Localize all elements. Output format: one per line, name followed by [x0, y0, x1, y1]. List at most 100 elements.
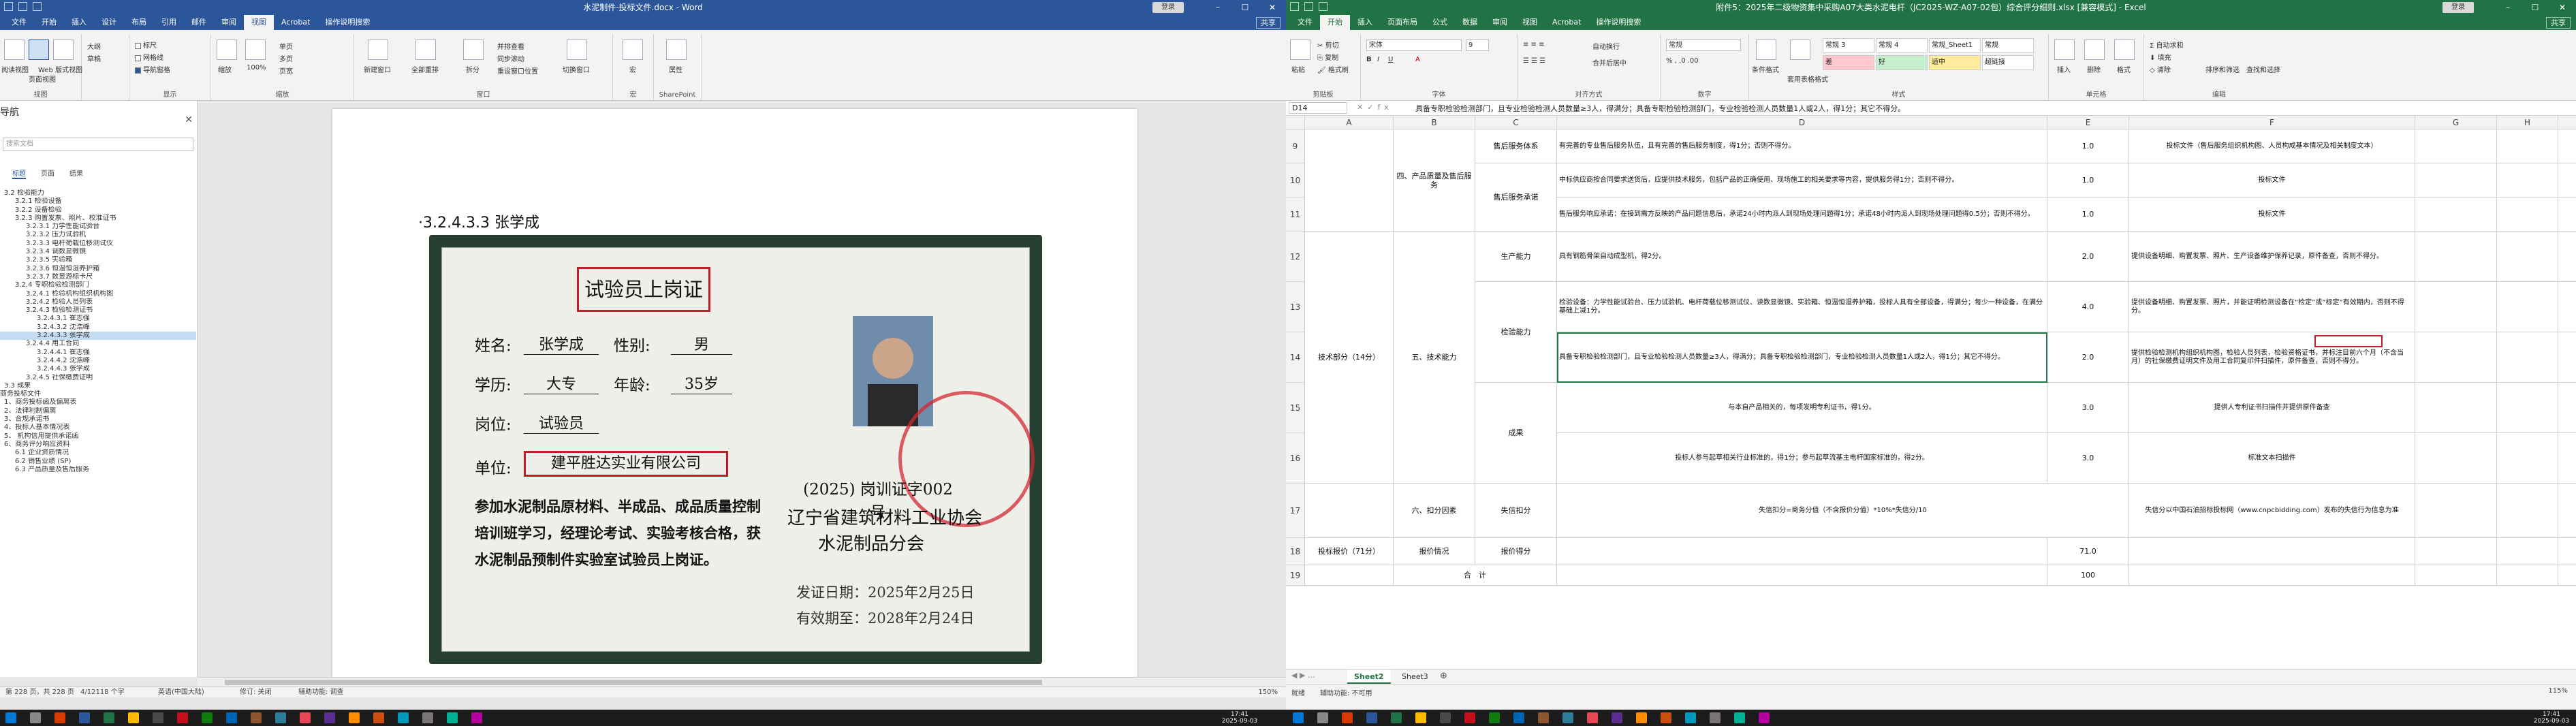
tab-formulas[interactable]: 公式 [1425, 15, 1455, 30]
taskbar-app-icon[interactable] [1317, 712, 1328, 723]
redo-icon[interactable] [1319, 2, 1328, 11]
cell-a9[interactable] [1305, 129, 1394, 232]
nav-heading-item[interactable]: 3.2.4.4.2 沈浩峰 [0, 357, 196, 365]
gridlines-checkbox[interactable]: 网格线 [135, 52, 163, 62]
table-cell[interactable]: 检验能力 [1475, 282, 1557, 383]
table-cell[interactable]: 投标人参与起草相关行业标准的，得1分；参与起草流基主电杆国家标准的，得2分。 [1557, 433, 2047, 484]
table-cell[interactable]: 提供设备明细、购置发票、照片、生产设备维护保养记录，原件备查，否则不得分。 [2129, 232, 2415, 282]
delete-button[interactable]: 删除 [2087, 64, 2101, 74]
print-layout-icon[interactable] [29, 40, 49, 60]
column-header[interactable]: I [2558, 116, 2576, 129]
page-width-button[interactable]: 页宽 [279, 65, 293, 76]
delete-cells-icon[interactable] [2084, 40, 2105, 60]
tab-insert[interactable]: 插入 [1350, 15, 1380, 30]
font-size-select[interactable]: 9 [1466, 40, 1489, 51]
select-all-corner[interactable] [1286, 116, 1305, 129]
cell-d18[interactable] [1557, 538, 2047, 565]
taskbar-app-icon[interactable] [226, 712, 237, 723]
taskbar-app-icon[interactable] [1636, 712, 1647, 723]
table-cell[interactable]: 成果 [1475, 383, 1557, 484]
taskbar-app-icon[interactable] [1391, 712, 1402, 723]
empty-cell[interactable] [2415, 198, 2497, 232]
row-header[interactable]: 18 [1286, 538, 1305, 565]
nav-heading-item[interactable]: 3.2.3.7 数显游标卡尺 [0, 273, 196, 281]
format-cells-icon[interactable] [2114, 40, 2135, 60]
cell-style-swatch[interactable]: 常规 [1982, 38, 2034, 53]
empty-cell[interactable] [2415, 383, 2497, 433]
table-cell[interactable]: 1.0 [2047, 129, 2129, 163]
arrange-all-button[interactable]: 全部重排 [411, 64, 439, 74]
nav-heading-item[interactable]: 3.2.4.3.3 张学成 [0, 332, 196, 341]
table-cell[interactable]: 售后服务体系 [1475, 129, 1557, 163]
web-layout-icon[interactable] [53, 40, 74, 60]
sync-scroll-button[interactable]: 同步滚动 [497, 53, 524, 63]
empty-cell[interactable] [2415, 232, 2497, 282]
cell-style-swatch[interactable]: 常规_Sheet1 [1929, 38, 1981, 53]
nav-heading-item[interactable]: 3、合规承诺书 [0, 415, 196, 424]
table-cell[interactable]: 失信分以中国石油招标投标网（www.cnpcbidding.com）发布的失信行… [2129, 484, 2415, 538]
nav-heading-item[interactable]: 3.2.1 检验设备 [0, 198, 196, 206]
document-page[interactable]: ·3.2.4.3.3 张学成 试验员上岗证 姓名: 张学成 性别: 男 学历: … [332, 109, 1137, 677]
macro-button[interactable]: 宏 [629, 64, 636, 74]
table-cell[interactable]: 投标文件 [2129, 163, 2415, 198]
nav-heading-item[interactable]: 6.1 企业资质情况 [0, 449, 196, 457]
sheet-tab-sheet3[interactable]: Sheet3 [1395, 669, 1435, 684]
table-cell[interactable]: 生产能力 [1475, 232, 1557, 282]
taskbar-app-icon[interactable] [324, 712, 335, 723]
fill-button[interactable]: ⬇ 填充 [2150, 52, 2171, 62]
nav-heading-item[interactable]: 3.2.4.3.2 沈浩峰 [0, 323, 196, 332]
tab-home[interactable]: 开始 [1320, 15, 1350, 30]
sort-filter-button[interactable]: 排序和筛选 [2205, 64, 2240, 74]
paste-icon[interactable] [1290, 40, 1310, 60]
nav-tab-headings[interactable]: 标题 [12, 168, 26, 179]
table-cell[interactable]: 失信扣分 [1475, 484, 1557, 538]
taskbar-app-icon[interactable] [79, 712, 90, 723]
format-painter-button[interactable]: 🖌 格式刷 [1317, 64, 1349, 74]
nav-heading-item[interactable]: 3.2.3.3 电杆荷载位移测试仪 [0, 240, 196, 248]
nav-heading-item[interactable]: 2、法律利制偏离 [0, 407, 196, 415]
taskbar-app-icon[interactable] [275, 712, 286, 723]
nav-heading-item[interactable]: 3.2.4.4.3 张学成 [0, 365, 196, 373]
macro-icon[interactable] [623, 40, 643, 60]
column-header[interactable]: H [2497, 116, 2558, 129]
empty-cell[interactable] [2558, 129, 2576, 163]
column-header[interactable]: C [1475, 116, 1557, 129]
table-cell[interactable]: 2.0 [2047, 232, 2129, 282]
table-cell[interactable]: 技术部分（14分） [1305, 232, 1394, 484]
taskbar-app-icon[interactable] [1366, 712, 1377, 723]
side-by-side-button[interactable]: 并排查看 [497, 41, 524, 51]
copy-button[interactable]: ⎘ 复制 [1317, 52, 1338, 62]
italic-icon[interactable]: I [1377, 56, 1379, 63]
taskbar-app-icon[interactable] [1440, 712, 1451, 723]
nav-heading-item[interactable]: 1、商务投标函及偏离表 [0, 398, 196, 407]
empty-cell[interactable] [2558, 232, 2576, 282]
tab-file[interactable]: 文件 [1290, 15, 1320, 30]
wrap-text-button[interactable]: 自动换行 [1592, 41, 1620, 51]
table-cell[interactable]: 售后服务响应承诺：在接到需方反映的产品问题信息后，承诺24小时内派人到现场处理问… [1557, 198, 2047, 232]
table-cell[interactable]: 具有钢筋骨架自动成型机，得2分。 [1557, 232, 2047, 282]
table-cell[interactable]: 1.0 [2047, 163, 2129, 198]
empty-cell[interactable] [2558, 163, 2576, 198]
row-header[interactable]: 14 [1286, 332, 1305, 383]
tab-view[interactable]: 视图 [1515, 15, 1545, 30]
table-cell[interactable]: 四、产品质量及售后服务 [1394, 129, 1475, 232]
underline-icon[interactable]: U [1388, 56, 1393, 63]
accessibility-status[interactable]: 辅助功能: 调查 [298, 687, 344, 698]
tab-design[interactable]: 设计 [94, 15, 124, 30]
nav-heading-item[interactable]: 3.2.2 设备检验 [0, 206, 196, 215]
tab-references[interactable]: 引用 [154, 15, 184, 30]
empty-cell[interactable] [2497, 538, 2558, 565]
row-header[interactable]: 19 [1286, 565, 1305, 586]
sheet-tab-sheet2[interactable]: Sheet2 [1347, 669, 1391, 684]
clear-button[interactable]: ◇ 清除 [2150, 64, 2171, 74]
table-cell[interactable]: 六、扣分因素 [1394, 484, 1475, 538]
paste-button[interactable]: 粘贴 [1291, 64, 1305, 74]
word-count[interactable]: 4/12118 个字 [80, 687, 125, 698]
taskbar-app-icon[interactable] [1342, 712, 1353, 723]
nav-heading-item[interactable]: 3.2.4.4 用工合同 [0, 340, 196, 348]
accessibility-status[interactable]: 辅助功能: 不可用 [1320, 687, 1372, 697]
formula-controls[interactable]: ✕✓fx [1357, 103, 1393, 112]
empty-cell[interactable] [2558, 484, 2576, 538]
table-cell[interactable]: 投标文件（售后服务组织机构图、人员构成基本情况及相关制度文本） [2129, 129, 2415, 163]
nav-heading-item[interactable]: 3.2.4.5 社保缴费证明 [0, 374, 196, 382]
